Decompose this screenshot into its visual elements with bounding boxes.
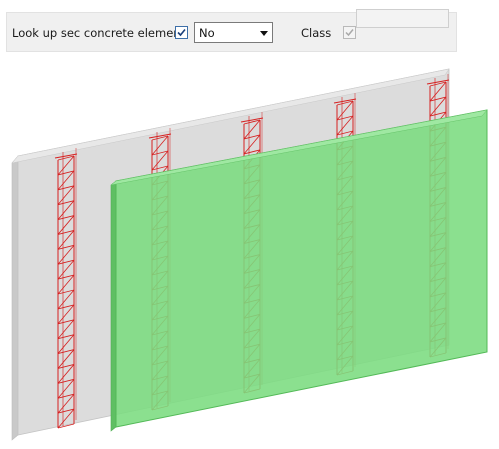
front-panel-edge <box>110 180 117 432</box>
back-panel-edge <box>11 155 19 441</box>
model-viewport[interactable] <box>0 0 499 449</box>
